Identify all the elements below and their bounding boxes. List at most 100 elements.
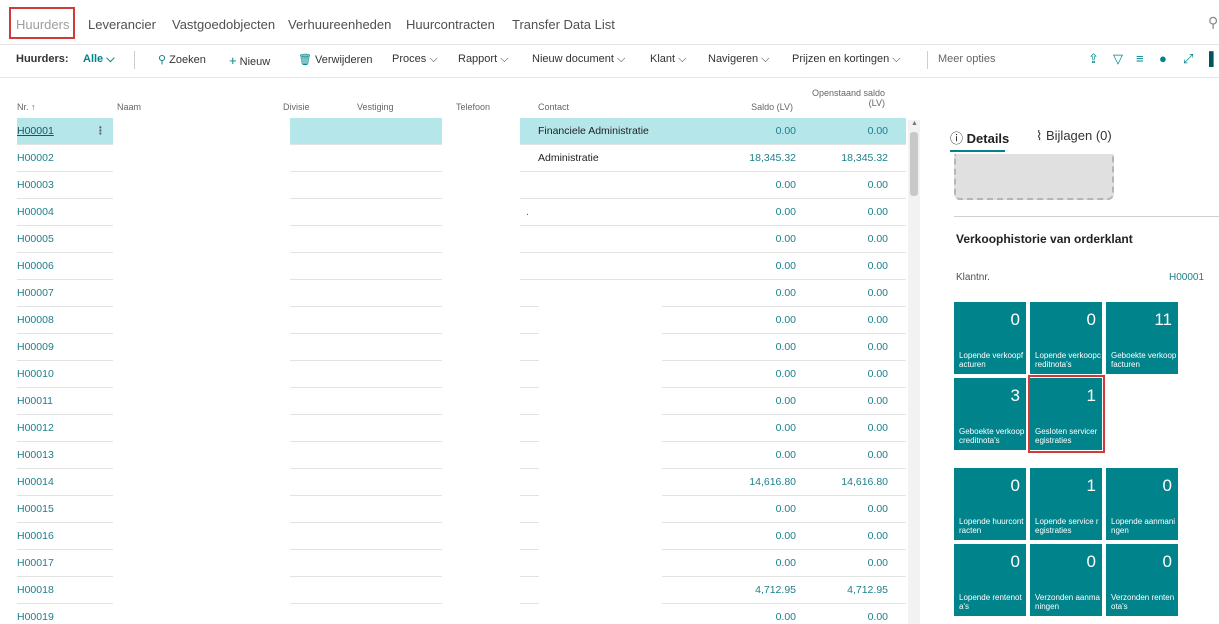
row-nr[interactable]: H00001	[17, 125, 54, 137]
row-nr[interactable]: H00012	[17, 422, 54, 434]
cue-tile-open-interest-notes[interactable]: 0 Lopende rentenota's	[954, 544, 1026, 616]
row-nr[interactable]: H00005	[17, 233, 54, 245]
row-openstaand[interactable]: 0.00	[868, 449, 888, 461]
cue-tile-posted-credit-memos[interactable]: 3 Geboekte verkoopcreditnota's	[954, 378, 1026, 450]
row-saldo[interactable]: 0.00	[776, 206, 796, 218]
column-header-vestiging[interactable]: Vestiging	[357, 102, 394, 112]
tab-vastgoedobjecten[interactable]: Vastgoedobjecten	[172, 17, 275, 32]
cue-tile-posted-sales-invoices[interactable]: 11 Geboekte verkoopfacturen	[1106, 302, 1178, 374]
list-view-icon[interactable]: ≡	[1136, 51, 1144, 66]
row-saldo[interactable]: 0.00	[776, 287, 796, 299]
row-openstaand[interactable]: 0.00	[868, 179, 888, 191]
cue-tile-open-service-registrations[interactable]: 1 Lopende service registraties	[1030, 468, 1102, 540]
row-nr[interactable]: H00010	[17, 368, 54, 380]
row-openstaand[interactable]: 0.00	[868, 287, 888, 299]
row-nr[interactable]: H00018	[17, 584, 54, 596]
row-openstaand[interactable]: 0.00	[868, 611, 888, 623]
row-nr[interactable]: H00013	[17, 449, 54, 461]
column-header-naam[interactable]: Naam	[117, 102, 141, 112]
row-openstaand[interactable]: 0.00	[868, 233, 888, 245]
tab-leverancier[interactable]: Leverancier	[88, 17, 156, 32]
row-saldo[interactable]: 0.00	[776, 422, 796, 434]
column-header-contact[interactable]: Contact	[538, 102, 569, 112]
row-nr[interactable]: H00014	[17, 476, 54, 488]
row-saldo[interactable]: 0.00	[776, 233, 796, 245]
row-nr[interactable]: H00002	[17, 152, 54, 164]
row-nr[interactable]: H00008	[17, 314, 54, 326]
row-nr[interactable]: H00016	[17, 530, 54, 542]
row-saldo[interactable]: 4,712.95	[755, 584, 796, 596]
row-nr[interactable]: H00011	[17, 395, 53, 407]
info-icon[interactable]: ●	[1159, 51, 1167, 66]
row-openstaand[interactable]: 0.00	[868, 125, 888, 137]
column-header-saldo[interactable]: Saldo (LV)	[751, 102, 793, 112]
row-openstaand[interactable]: 0.00	[868, 422, 888, 434]
tab-verhuureenheden[interactable]: Verhuureenheden	[288, 17, 391, 32]
scrollbar-thumb[interactable]	[910, 132, 918, 196]
column-header-telefoon[interactable]: Telefoon	[456, 102, 490, 112]
share-icon[interactable]: ⇪	[1088, 51, 1099, 67]
row-saldo[interactable]: 0.00	[776, 260, 796, 272]
new-document-menu[interactable]: Nieuw document ⌵	[532, 53, 625, 66]
row-openstaand[interactable]: 0.00	[868, 314, 888, 326]
cue-tile-open-credit-memos[interactable]: 0 Lopende verkoopcreditnota's	[1030, 302, 1102, 374]
report-menu[interactable]: Rapport ⌵	[458, 53, 509, 66]
row-openstaand[interactable]: 0.00	[868, 503, 888, 515]
row-saldo[interactable]: 0.00	[776, 179, 796, 191]
row-nr[interactable]: H00009	[17, 341, 54, 353]
row-openstaand[interactable]: 14,616.80	[841, 476, 888, 488]
column-header-divisie[interactable]: Divisie	[283, 102, 310, 112]
cue-tile-open-reminders[interactable]: 0 Lopende aanmaningen	[1106, 468, 1178, 540]
search-button[interactable]: ⚲ Zoeken	[158, 53, 206, 66]
row-openstaand[interactable]: 4,712.95	[847, 584, 888, 596]
row-saldo[interactable]: 0.00	[776, 557, 796, 569]
row-saldo[interactable]: 0.00	[776, 611, 796, 623]
row-nr[interactable]: H00004	[17, 206, 54, 218]
row-openstaand[interactable]: 0.00	[868, 206, 888, 218]
cue-tile-sent-interest-notes[interactable]: 0 Verzonden rentenota's	[1106, 544, 1178, 616]
row-openstaand[interactable]: 0.00	[868, 341, 888, 353]
row-openstaand[interactable]: 0.00	[868, 368, 888, 380]
row-saldo[interactable]: 0.00	[776, 125, 796, 137]
row-saldo[interactable]: 0.00	[776, 530, 796, 542]
new-button[interactable]: + Nieuw	[229, 53, 270, 68]
row-saldo[interactable]: 0.00	[776, 395, 796, 407]
column-header-nr[interactable]: Nr. ↑	[17, 102, 36, 112]
cue-tile-sent-reminders[interactable]: 0 Verzonden aanmaningen	[1030, 544, 1102, 616]
row-saldo[interactable]: 0.00	[776, 503, 796, 515]
row-nr[interactable]: H00017	[17, 557, 54, 569]
row-nr[interactable]: H00006	[17, 260, 54, 272]
row-saldo[interactable]: 18,345.32	[749, 152, 796, 164]
row-nr[interactable]: H00003	[17, 179, 54, 191]
row-saldo[interactable]: 0.00	[776, 368, 796, 380]
row-openstaand[interactable]: 0.00	[868, 395, 888, 407]
scroll-up-arrow-icon[interactable]: ▲	[911, 120, 918, 127]
factbox-toggle-icon[interactable]: ▌	[1209, 51, 1218, 66]
customer-menu[interactable]: Klant ⌵	[650, 53, 686, 66]
filter-dropdown[interactable]: Alle ⌵	[83, 53, 115, 66]
process-menu[interactable]: Proces ⌵	[392, 53, 438, 66]
delete-button[interactable]: 🗑 Verwijderen	[298, 53, 373, 66]
row-saldo[interactable]: 0.00	[776, 449, 796, 461]
tab-huurcontracten[interactable]: Huurcontracten	[406, 17, 495, 32]
expand-icon[interactable]: ⤢	[1183, 51, 1193, 67]
row-nr[interactable]: H00007	[17, 287, 54, 299]
image-placeholder[interactable]	[954, 154, 1114, 200]
row-openstaand[interactable]: 18,345.32	[841, 152, 888, 164]
navigate-menu[interactable]: Navigeren ⌵	[708, 53, 770, 66]
customer-no-value[interactable]: H00001	[1169, 272, 1204, 283]
tab-details[interactable]: ⓘ Details	[950, 128, 1009, 147]
more-options-button[interactable]: Meer opties	[938, 53, 995, 65]
row-saldo[interactable]: 0.00	[776, 314, 796, 326]
row-saldo[interactable]: 0.00	[776, 341, 796, 353]
row-openstaand[interactable]: 0.00	[868, 530, 888, 542]
tab-transfer-data-list[interactable]: Transfer Data List	[512, 17, 615, 32]
pin-icon[interactable]: ⚲	[1208, 14, 1218, 31]
cue-tile-open-rental-contracts[interactable]: 0 Lopende huurcontracten	[954, 468, 1026, 540]
row-openstaand[interactable]: 0.00	[868, 557, 888, 569]
column-header-openstaand-saldo[interactable]: Openstaand saldo (LV)	[812, 88, 885, 108]
row-openstaand[interactable]: 0.00	[868, 260, 888, 272]
row-nr[interactable]: H00019	[17, 611, 54, 623]
row-menu-icon[interactable]: ⋮	[95, 125, 106, 137]
prices-discounts-menu[interactable]: Prijzen en kortingen ⌵	[792, 53, 901, 66]
